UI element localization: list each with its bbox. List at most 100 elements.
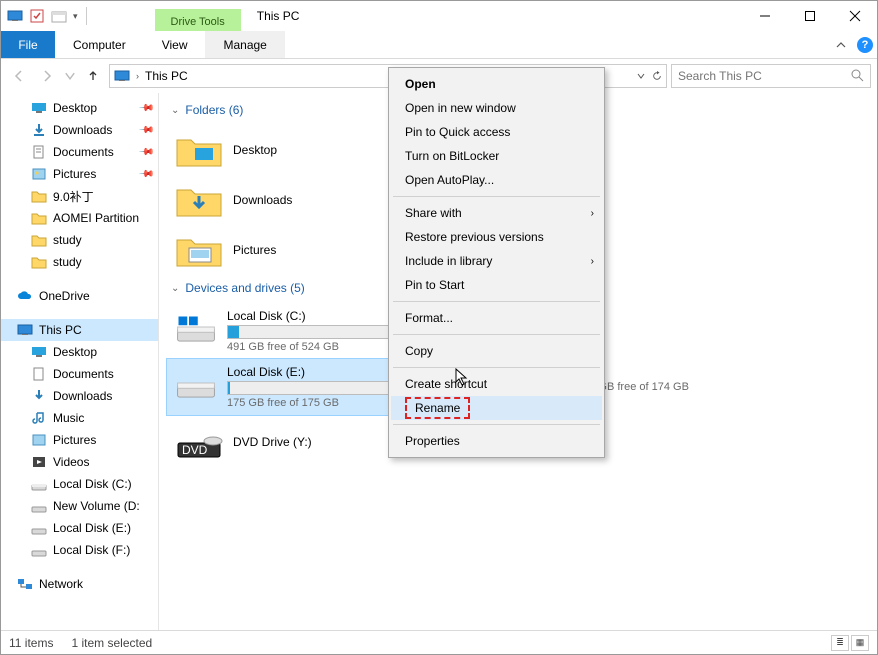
ctx-include-library[interactable]: Include in library› xyxy=(391,249,602,273)
search-input[interactable] xyxy=(678,69,844,83)
ctx-restore-previous[interactable]: Restore previous versions xyxy=(391,225,602,249)
ctx-copy[interactable]: Copy xyxy=(391,339,602,363)
folder-icon xyxy=(31,254,47,270)
ctx-pin-start[interactable]: Pin to Start xyxy=(391,273,602,297)
sidebar-item-onedrive[interactable]: OneDrive xyxy=(1,285,158,307)
ribbon-tabs: File Computer View Manage ? xyxy=(1,31,877,59)
refresh-button[interactable] xyxy=(652,71,662,81)
onedrive-icon xyxy=(17,288,33,304)
desktop-folder-icon xyxy=(175,132,223,168)
help-button[interactable]: ? xyxy=(853,31,877,58)
maximize-button[interactable] xyxy=(787,1,832,31)
address-dropdown-icon[interactable] xyxy=(636,71,646,81)
svg-text:DVD: DVD xyxy=(182,443,208,457)
ribbon-file-tab[interactable]: File xyxy=(1,31,55,58)
ctx-bitlocker[interactable]: Turn on BitLocker xyxy=(391,144,602,168)
chevron-down-icon: ⌄ xyxy=(171,105,179,116)
sidebar-item-diske[interactable]: Local Disk (E:) xyxy=(1,517,158,539)
view-details-button[interactable]: ≣ xyxy=(831,635,849,651)
search-icon[interactable] xyxy=(850,68,864,85)
sidebar-label: AOMEI Partition xyxy=(53,211,139,225)
disk-icon xyxy=(31,542,47,558)
sidebar-item-custom4[interactable]: study xyxy=(1,251,158,273)
disk-icon xyxy=(175,369,217,405)
sidebar-item-newvol[interactable]: New Volume (D: xyxy=(1,495,158,517)
sidebar-label: Local Disk (E:) xyxy=(53,521,131,535)
sidebar-label: 9.0补丁 xyxy=(53,188,94,205)
context-menu: Open Open in new window Pin to Quick acc… xyxy=(388,67,605,458)
sidebar-item-custom3[interactable]: study xyxy=(1,229,158,251)
sidebar-label: Videos xyxy=(53,455,89,469)
videos-icon xyxy=(31,454,47,470)
ribbon-expand-icon[interactable] xyxy=(829,31,853,58)
sidebar-item-music[interactable]: Music xyxy=(1,407,158,429)
sidebar-label: New Volume (D: xyxy=(53,499,140,513)
ctx-separator xyxy=(393,334,600,335)
ribbon-tab-computer[interactable]: Computer xyxy=(55,31,144,58)
minimize-button[interactable] xyxy=(742,1,787,31)
app-icon xyxy=(7,8,23,24)
navigation-pane: Desktop📌 Downloads📌 Documents📌 Pictures 📌… xyxy=(1,93,159,630)
sidebar-item-desktop[interactable]: Desktop xyxy=(1,341,158,363)
status-item-count: 11 items xyxy=(9,636,53,650)
breadcrumb-this-pc[interactable]: This PC xyxy=(145,69,188,83)
sidebar-item-diskf[interactable]: Local Disk (F:) xyxy=(1,539,158,561)
disk-icon xyxy=(31,476,47,492)
sidebar-label: Documents xyxy=(53,367,114,381)
sidebar-label: Pictures xyxy=(53,167,96,181)
sidebar-item-documents[interactable]: Documents xyxy=(1,363,158,385)
ctx-properties[interactable]: Properties xyxy=(391,429,602,453)
view-tiles-button[interactable]: ▦ xyxy=(851,635,869,651)
ctx-share-with[interactable]: Share with› xyxy=(391,201,602,225)
sidebar-item-custom1[interactable]: 9.0补丁 xyxy=(1,185,158,207)
properties-icon[interactable] xyxy=(29,8,45,24)
downloads-icon xyxy=(31,388,47,404)
pictures-icon xyxy=(31,432,47,448)
desktop-icon xyxy=(31,100,47,116)
sidebar-label: Downloads xyxy=(53,123,112,137)
sidebar-item-pictures[interactable]: Pictures xyxy=(1,429,158,451)
sidebar-item-documents-quick[interactable]: Documents📌 xyxy=(1,141,158,163)
breadcrumb-separator-icon[interactable]: › xyxy=(136,71,139,81)
search-box[interactable] xyxy=(671,64,871,88)
up-button[interactable] xyxy=(81,64,105,88)
ctx-rename[interactable]: Rename xyxy=(391,396,602,420)
ctx-separator xyxy=(393,424,600,425)
ctx-label: Rename xyxy=(405,397,470,419)
close-button[interactable] xyxy=(832,1,877,31)
qat-dropdown-icon[interactable]: ▾ xyxy=(73,11,78,22)
new-folder-icon[interactable] xyxy=(51,8,67,24)
sidebar-item-diskc[interactable]: Local Disk (C:) xyxy=(1,473,158,495)
sidebar-label: Music xyxy=(53,411,84,425)
sidebar-item-custom2[interactable]: AOMEI Partition xyxy=(1,207,158,229)
ctx-pin-quick-access[interactable]: Pin to Quick access xyxy=(391,120,602,144)
disk-icon xyxy=(31,520,47,536)
forward-button[interactable] xyxy=(35,64,59,88)
sidebar-item-network[interactable]: Network xyxy=(1,573,158,595)
pin-icon: 📌 xyxy=(137,166,154,183)
ctx-open-new-window[interactable]: Open in new window xyxy=(391,96,602,120)
quick-access-toolbar: ▾ xyxy=(1,1,89,31)
sidebar-item-videos[interactable]: Videos xyxy=(1,451,158,473)
desktop-icon xyxy=(31,344,47,360)
explorer-window: ▾ Drive Tools This PC File Computer View… xyxy=(0,0,878,655)
ctx-format[interactable]: Format... xyxy=(391,306,602,330)
recent-dropdown[interactable] xyxy=(63,64,77,88)
contextual-tab-drive-tools[interactable]: Drive Tools xyxy=(155,9,241,31)
ctx-create-shortcut[interactable]: Create shortcut xyxy=(391,372,602,396)
ctx-autoplay[interactable]: Open AutoPlay... xyxy=(391,168,602,192)
ribbon-tab-manage[interactable]: Manage xyxy=(205,31,284,58)
pictures-icon xyxy=(31,166,47,182)
sidebar-label: study xyxy=(53,255,82,269)
sidebar-item-downloads-quick[interactable]: Downloads📌 xyxy=(1,119,158,141)
sidebar-label: Desktop xyxy=(53,345,97,359)
titlebar-center: Drive Tools This PC xyxy=(89,1,742,31)
ctx-open[interactable]: Open xyxy=(391,72,602,96)
ribbon-tab-view[interactable]: View xyxy=(144,31,206,58)
status-bar: 11 items 1 item selected ≣ ▦ xyxy=(1,630,877,654)
sidebar-item-downloads[interactable]: Downloads xyxy=(1,385,158,407)
sidebar-item-this-pc[interactable]: This PC xyxy=(1,319,158,341)
sidebar-item-pictures-quick[interactable]: Pictures 📌 xyxy=(1,163,158,185)
back-button[interactable] xyxy=(7,64,31,88)
sidebar-item-desktop-quick[interactable]: Desktop📌 xyxy=(1,97,158,119)
